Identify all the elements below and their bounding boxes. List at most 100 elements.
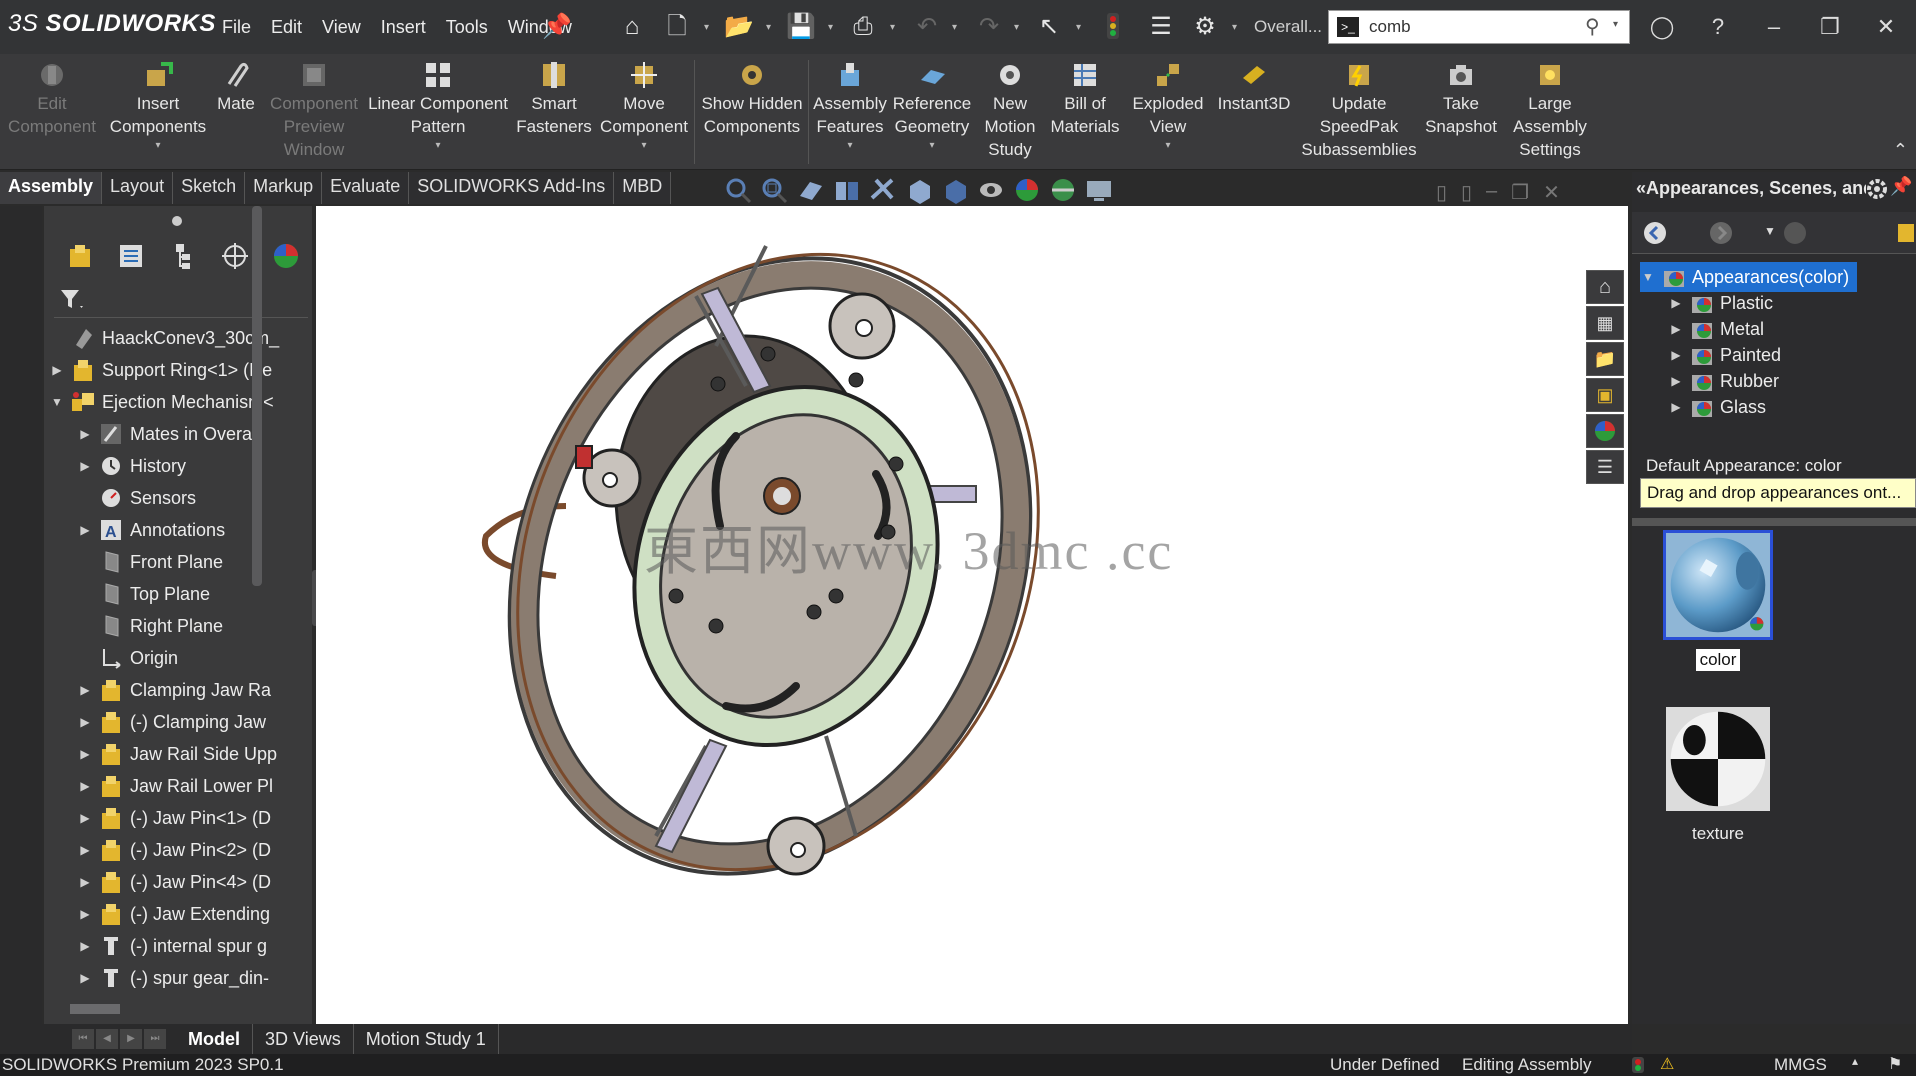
unit-system[interactable]: MMGS <box>1774 1055 1827 1075</box>
tree-item[interactable]: ▶ (-) internal spur g <box>78 930 267 962</box>
exploded-view-button[interactable]: Exploded View ▾ <box>1126 60 1210 152</box>
display-manager-tab[interactable] <box>264 236 308 276</box>
select-dropdown[interactable]: ▾ <box>1076 22 1086 33</box>
open-dropdown[interactable]: ▾ <box>766 22 776 33</box>
search-dropdown[interactable]: ▾ <box>1613 19 1618 30</box>
tree-item[interactable]: ▶ Clamping Jaw Ra <box>78 674 271 706</box>
search-icon[interactable]: ⚲ <box>1585 14 1611 40</box>
tree-item[interactable]: ▶ (-) Jaw Pin<4> (D <box>78 866 271 898</box>
feature-tree-tab[interactable] <box>58 236 102 276</box>
tab-3d-views[interactable]: 3D Views <box>253 1024 354 1055</box>
back-icon[interactable] <box>1642 220 1668 246</box>
rebuild-traffic-light-icon[interactable] <box>1098 12 1128 42</box>
options-gear-icon[interactable]: ⚙ <box>1190 12 1220 42</box>
expand-arrow-icon[interactable]: ▶ <box>1668 296 1684 310</box>
tree-item[interactable]: ▶ Jaw Rail Lower Pl <box>78 770 273 802</box>
appearance-folder[interactable]: ▶ Glass <box>1668 392 1766 422</box>
pane-splitter[interactable] <box>1632 518 1916 526</box>
expand-arrow-icon[interactable]: ▶ <box>78 779 92 793</box>
vertical-scrollbar[interactable] <box>252 206 262 586</box>
tree-item[interactable]: ▶ (-) Jaw Pin<2> (D <box>78 834 271 866</box>
move-component-dropdown[interactable]: ▾ <box>598 140 690 152</box>
tags-icon[interactable]: ⚑ <box>1888 1054 1902 1074</box>
redo-icon[interactable]: ↷ <box>974 12 1004 42</box>
linear-pattern-dropdown[interactable]: ▾ <box>366 140 510 152</box>
assembly-features-button[interactable]: Assembly Features ▾ <box>810 60 890 152</box>
collapse-ribbon-icon[interactable]: ⌃ <box>1893 140 1908 161</box>
hide-show-items-icon[interactable] <box>976 176 1006 204</box>
open-icon[interactable]: 📂 <box>724 12 754 42</box>
tab-layout[interactable]: Layout <box>102 172 174 204</box>
view-orientation-icon[interactable] <box>904 176 934 204</box>
expand-arrow-icon[interactable]: ▶ <box>78 523 92 537</box>
expand-arrow-icon[interactable]: ▶ <box>78 843 92 857</box>
new-dropdown[interactable]: ▾ <box>704 22 714 33</box>
add-file-location-icon[interactable] <box>1894 220 1916 246</box>
expand-arrow-icon[interactable]: ▶ <box>78 971 92 985</box>
expand-arrow-icon[interactable]: ▶ <box>78 875 92 889</box>
design-library-tab[interactable]: ▦ <box>1586 306 1624 340</box>
solidworks-logo[interactable]: 3S SOLIDWORKS <box>8 10 216 38</box>
tree-item[interactable]: ▶ (-) Jaw Extending <box>78 898 270 930</box>
show-hidden-components-button[interactable]: Show Hidden Components <box>700 60 804 138</box>
tree-item[interactable]: ▶ Mates in Overall <box>78 418 260 450</box>
select-arrow-icon[interactable]: ↖ <box>1034 12 1064 42</box>
menu-view[interactable]: View <box>312 17 371 38</box>
tab-model[interactable]: Model <box>176 1024 253 1055</box>
viewport-restore-icon[interactable]: ❐ <box>1511 180 1529 205</box>
menu-insert[interactable]: Insert <box>371 17 436 38</box>
tree-item[interactable]: ▶ (-) Clamping Jaw <box>78 706 266 738</box>
home-icon[interactable]: ⌂ <box>617 12 647 42</box>
rebuild-status-icon[interactable] <box>1630 1056 1646 1074</box>
mate-button[interactable]: Mate <box>212 60 260 115</box>
tree-item[interactable]: ▶ (-) Jaw Pin<1> (D <box>78 802 271 834</box>
insert-components-dropdown[interactable]: ▾ <box>104 140 212 152</box>
display-style-icon[interactable] <box>940 176 970 204</box>
configuration-manager-tab[interactable] <box>161 236 205 276</box>
help-icon[interactable]: ? <box>1698 12 1738 42</box>
component-preview-window-button[interactable]: Component Preview Window <box>262 60 366 161</box>
viewport-minimize-icon[interactable]: – <box>1486 180 1497 205</box>
save-dropdown[interactable]: ▾ <box>828 22 838 33</box>
new-document-icon[interactable]: 🗋 <box>662 12 692 42</box>
zoom-to-area-icon[interactable] <box>760 176 790 204</box>
edit-appearance-icon[interactable] <box>1012 176 1042 204</box>
horizontal-scrollbar[interactable] <box>70 1004 120 1014</box>
undo-icon[interactable]: ↶ <box>912 12 942 42</box>
menu-tools[interactable]: Tools <box>436 17 498 38</box>
tab-markup[interactable]: Markup <box>245 172 323 204</box>
tree-item[interactable]: Right Plane <box>78 610 223 642</box>
view-settings-icon[interactable] <box>1084 176 1114 204</box>
expand-arrow-icon[interactable]: ▶ <box>78 683 92 697</box>
tab-evaluate[interactable]: Evaluate <box>322 172 410 204</box>
expand-arrow-icon[interactable]: ▶ <box>78 907 92 921</box>
expand-arrow-icon[interactable]: ▶ <box>50 363 64 377</box>
tab-mbd[interactable]: MBD <box>614 172 672 204</box>
filter-icon[interactable] <box>58 286 86 314</box>
apply-scene-icon[interactable] <box>1048 176 1078 204</box>
insert-components-button[interactable]: Insert Components ▾ <box>104 60 212 152</box>
bill-of-materials-button[interactable]: Bill of Materials <box>1046 60 1124 138</box>
large-assembly-settings-button[interactable]: Large Assembly Settings <box>1504 60 1596 161</box>
menu-file[interactable]: File <box>212 17 261 38</box>
reference-geometry-dropdown[interactable]: ▾ <box>890 140 974 152</box>
smart-fasteners-button[interactable]: Smart Fasteners <box>512 60 596 138</box>
menu-edit[interactable]: Edit <box>261 17 312 38</box>
appearance-swatch-texture[interactable]: texture <box>1662 704 1774 845</box>
options-dropdown[interactable]: ▾ <box>1232 22 1242 33</box>
appearance-swatch-color[interactable]: color <box>1662 530 1774 671</box>
forward-icon[interactable] <box>1708 220 1734 246</box>
expand-arrow-icon[interactable]: ▶ <box>78 939 92 953</box>
expand-arrow-icon[interactable]: ▶ <box>1668 348 1684 362</box>
panel-pin-icon[interactable]: 📌 <box>1890 176 1912 197</box>
history-dropdown[interactable]: ▼ <box>1764 224 1776 238</box>
panel-settings-gear-icon[interactable] <box>1864 176 1890 202</box>
tree-item[interactable]: ▶ History <box>78 450 186 482</box>
viewport-close-icon[interactable]: ✕ <box>1543 180 1560 205</box>
zoom-to-fit-icon[interactable] <box>724 176 754 204</box>
units-dropdown[interactable]: ▴ <box>1852 1054 1858 1068</box>
first-tab-icon[interactable]: ⏮ <box>72 1029 94 1049</box>
tree-item[interactable]: ▶ A Annotations <box>78 514 225 546</box>
add-to-favorites-icon[interactable] <box>1782 220 1808 246</box>
tree-item[interactable]: Top Plane <box>78 578 210 610</box>
